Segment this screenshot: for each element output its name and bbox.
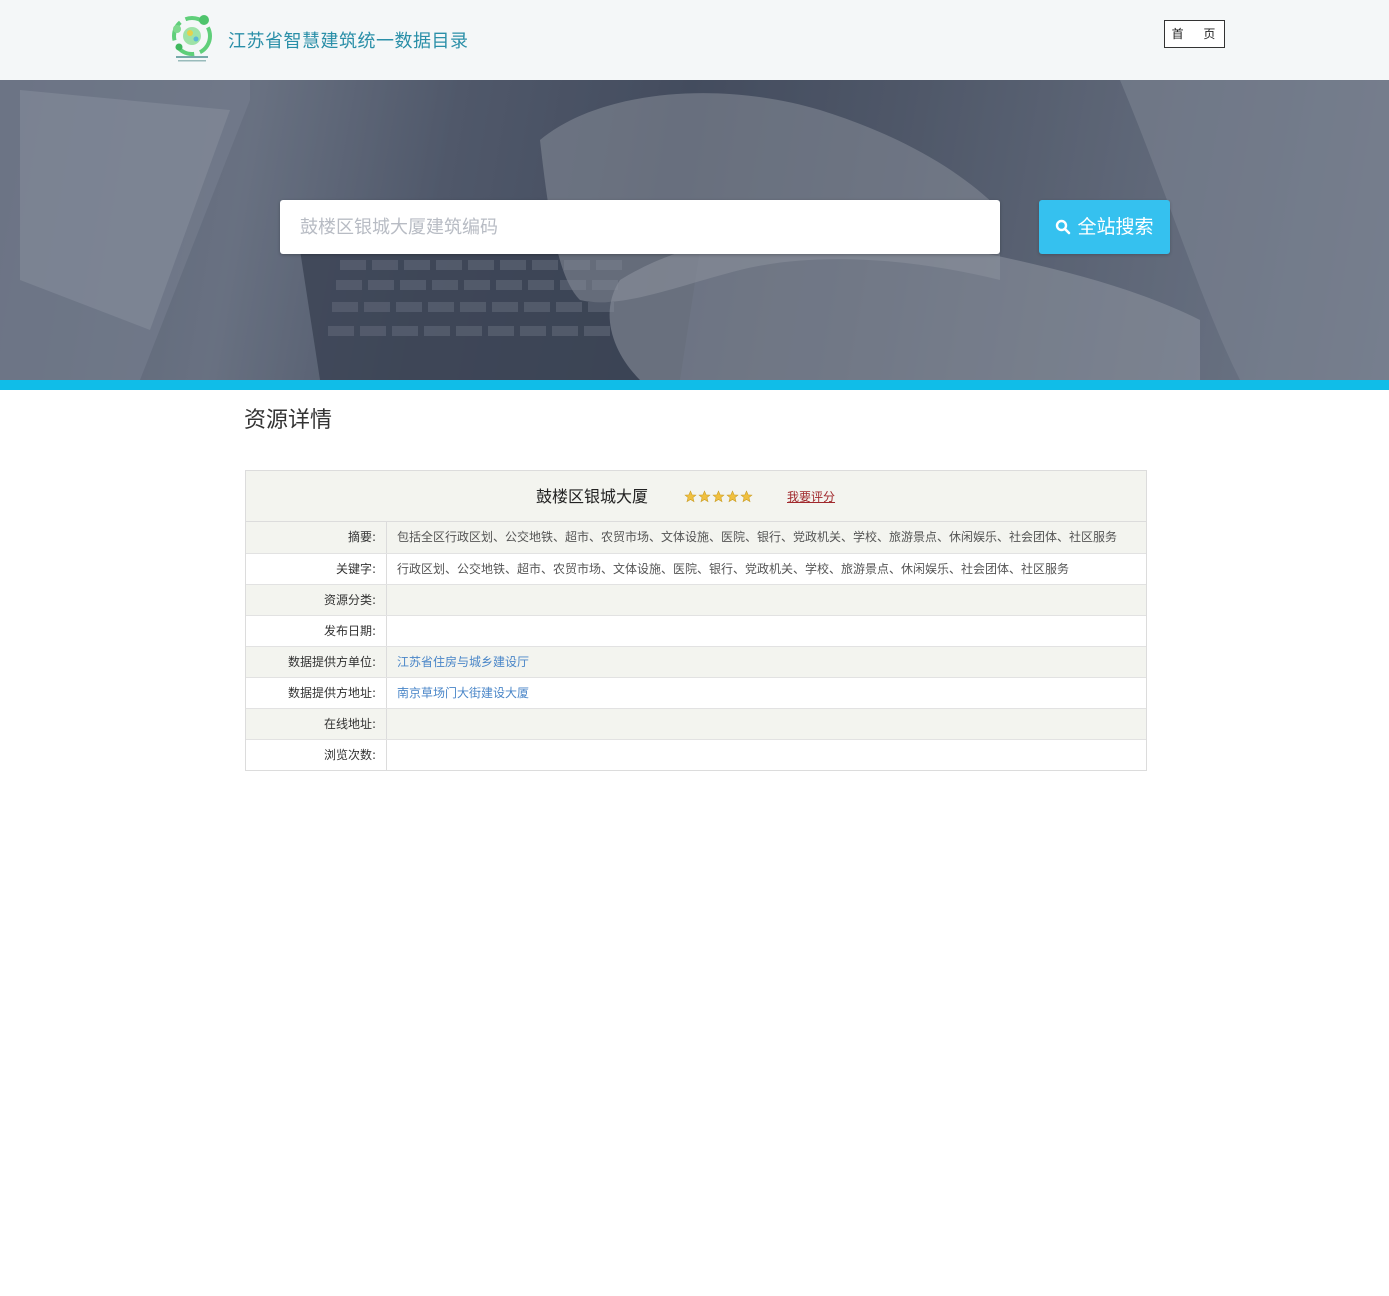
search-button-label: 全站搜索 [1077, 216, 1154, 238]
star-icon [698, 490, 711, 503]
rate-link[interactable]: 我要评分 [787, 488, 835, 506]
row-label: 发布日期: [246, 616, 387, 646]
table-row: 摘要: 包括全区行政区划、公交地铁、超市、农贸市场、文体设施、医院、银行、党政机关… [246, 522, 1146, 553]
row-value [387, 709, 1146, 739]
table-row: 在线地址: [246, 708, 1146, 739]
row-value-link[interactable]: 江苏省住房与城乡建设厅 [387, 647, 1146, 677]
row-label: 数据提供方地址: [246, 678, 387, 708]
table-row: 关键字: 行政区划、公交地铁、超市、农贸市场、文体设施、医院、银行、党政机关、学校… [246, 553, 1146, 584]
resource-detail-table: 鼓楼区银城大厦 我要评分 摘要: 包括全区行政区划、公交地铁、超市、农贸市场、文体… [245, 470, 1147, 771]
row-label: 数据提供方单位: [246, 647, 387, 677]
resource-name: 鼓楼区银城大厦 [536, 487, 649, 506]
section-title: 资源详情 [244, 408, 333, 433]
hero-banner: 全站搜索 [0, 80, 1389, 380]
rating-stars [684, 490, 753, 504]
row-label: 关键字: [246, 554, 387, 584]
site-header: 江苏省智慧建筑统一数据目录 首 页 [0, 0, 1389, 80]
row-value [387, 740, 1146, 770]
detail-rows: 摘要: 包括全区行政区划、公交地铁、超市、农贸市场、文体设施、医院、银行、党政机关… [246, 522, 1146, 770]
site-logo-icon[interactable] [168, 12, 216, 64]
table-row: 浏览次数: [246, 739, 1146, 770]
site-title: 江苏省智慧建筑统一数据目录 [228, 31, 469, 52]
home-button[interactable]: 首 页 [1164, 20, 1225, 48]
star-icon [740, 490, 753, 503]
table-row: 发布日期: [246, 615, 1146, 646]
star-icon [684, 490, 697, 503]
row-label: 资源分类: [246, 585, 387, 615]
row-label: 浏览次数: [246, 740, 387, 770]
row-label: 在线地址: [246, 709, 387, 739]
search-input[interactable] [280, 200, 1000, 254]
resource-header: 鼓楼区银城大厦 我要评分 [246, 471, 1146, 522]
table-row: 资源分类: [246, 584, 1146, 615]
row-value: 行政区划、公交地铁、超市、农贸市场、文体设施、医院、银行、党政机关、学校、旅游景… [397, 562, 1070, 576]
row-value [387, 585, 1146, 615]
row-value: 包括全区行政区划、公交地铁、超市、农贸市场、文体设施、医院、银行、党政机关、学校… [397, 530, 1118, 544]
table-row: 数据提供方单位: 江苏省住房与城乡建设厅 [246, 646, 1146, 677]
row-value-link[interactable]: 南京草场门大街建设大厦 [387, 678, 1146, 708]
table-row: 数据提供方地址: 南京草场门大街建设大厦 [246, 677, 1146, 708]
search-button[interactable]: 全站搜索 [1039, 200, 1170, 254]
star-icon [712, 490, 725, 503]
banner-accent-bar [0, 380, 1389, 390]
row-label: 摘要: [246, 522, 387, 553]
row-value [387, 616, 1146, 646]
search-icon [1056, 219, 1071, 235]
star-icon [726, 490, 739, 503]
